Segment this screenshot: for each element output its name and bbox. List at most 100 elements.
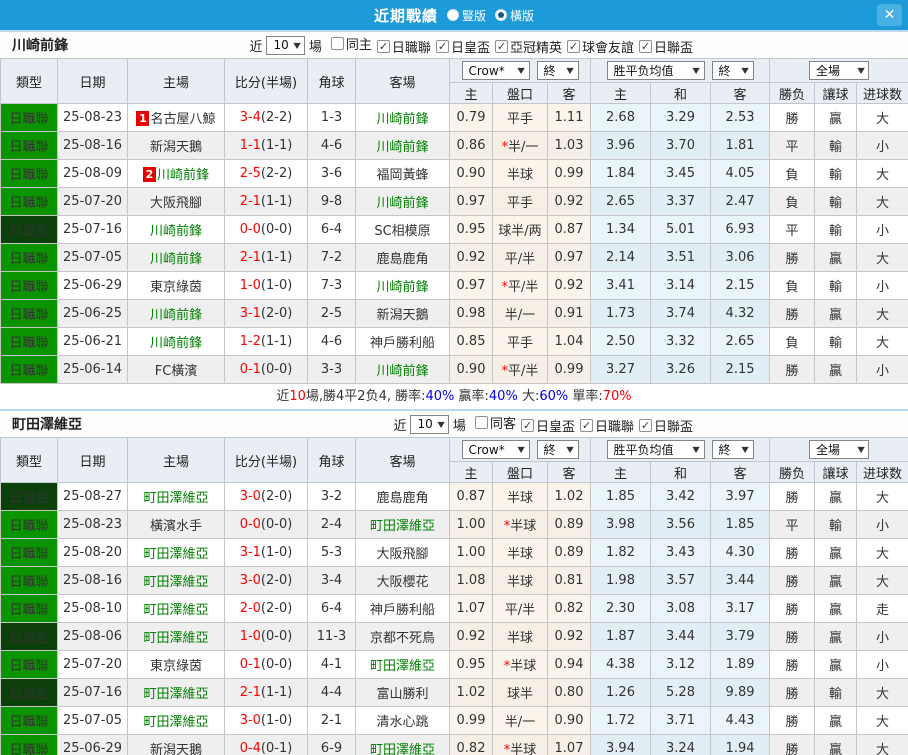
- avg-lose-cell: 3.06: [710, 243, 771, 272]
- fulltime-score: 3-1: [239, 306, 261, 321]
- score-cell: 2-1(1-1): [224, 678, 308, 707]
- avg-draw-cell: 3.26: [650, 355, 712, 384]
- odds-time-select[interactable]: 終 ▼: [536, 440, 579, 459]
- sub-header-goals-result: 进球数: [856, 82, 908, 104]
- result-wdl-cell: 勝: [769, 243, 816, 272]
- away-odds-cell: 0.99: [546, 355, 592, 384]
- checkbox-checked-icon: ✓: [566, 40, 580, 53]
- score-cell: 0-0(0-0): [224, 215, 308, 244]
- handicap-text: 半球: [510, 743, 537, 755]
- layout-radio-vertical[interactable]: 豎版: [446, 7, 486, 24]
- competition-checkboxes: 同客 ✓ 日皇盃 ✓ 日職聯 ✓ 日聯盃: [470, 413, 693, 435]
- summary-part: 70%: [602, 389, 632, 404]
- fulltime-score: 3-0: [239, 489, 261, 504]
- away-team-name: 川崎前鋒: [376, 140, 429, 155]
- checkbox-unchecked-icon: [474, 416, 488, 429]
- away-odds-cell: 0.82: [546, 594, 592, 623]
- games-label: 場: [452, 418, 466, 434]
- radio-horizontal-label: 橫版: [510, 8, 535, 23]
- avg-win-cell: 2.30: [590, 594, 652, 623]
- sub-header-odds-away: 客: [546, 82, 592, 104]
- away-team-cell: 清水心跳: [355, 706, 450, 735]
- dropdown-arrow-icon: ▼: [566, 66, 575, 75]
- filter-checkbox[interactable]: ✓ 日皇盃: [520, 416, 575, 435]
- home-team-cell: 東京綠茵: [127, 271, 225, 300]
- home-team-cell: 1 名古屋八鯨: [127, 103, 225, 132]
- result-wdl-cell: 負: [769, 159, 816, 188]
- odds-time-select[interactable]: 終 ▼: [536, 61, 579, 80]
- filter-checkbox[interactable]: ✓ 日職聯: [579, 416, 634, 435]
- result-wdl-cell: 負: [769, 271, 816, 300]
- filter-checkbox[interactable]: 同主: [330, 34, 372, 53]
- result-goals-cell: 大: [856, 538, 908, 567]
- sub-header-avg-draw: 和: [650, 82, 712, 104]
- handicap-text: 半球: [506, 547, 533, 562]
- avg-draw-cell: 5.01: [650, 215, 712, 244]
- handicap-text: 半/一: [504, 308, 536, 323]
- dropdown-arrow-icon: ▼: [741, 445, 750, 454]
- avg-time-select[interactable]: 終 ▼: [711, 61, 754, 80]
- avg-time-value: 終: [718, 64, 731, 78]
- filter-checkbox[interactable]: ✓ 日聯盃: [638, 37, 693, 56]
- home-odds-cell: 0.97: [449, 271, 493, 300]
- handicap-text: 球半/两: [498, 224, 542, 239]
- layout-radio-horizontal[interactable]: 橫版: [495, 7, 534, 24]
- home-team-name: 町田澤維亞: [143, 715, 209, 730]
- match-scope-select[interactable]: 全場 ▼: [809, 440, 870, 459]
- dropdown-arrow-icon: ▼: [741, 66, 750, 75]
- radio-checked-icon: [495, 9, 507, 21]
- avg-odds-select[interactable]: 胜平负均值 ▼: [606, 61, 705, 80]
- filter-checkbox[interactable]: ✓ 亞冠精英: [494, 37, 562, 56]
- halftime-score: (2-0): [260, 601, 293, 616]
- result-wdl-cell: 勝: [769, 482, 816, 511]
- filter-checkbox[interactable]: ✓ 球會友誼: [566, 37, 634, 56]
- handicap-cell: 平/半: [492, 243, 548, 272]
- home-odds-cell: 1.08: [449, 566, 493, 595]
- competition-type-cell: 日職聯: [0, 187, 58, 216]
- col-header-type: 類型: [0, 437, 58, 483]
- dropdown-arrow-icon: ▼: [566, 445, 575, 454]
- home-team-name: 川崎前鋒: [149, 336, 202, 351]
- fulltime-score: 2-1: [239, 194, 261, 209]
- avg-group-header: 胜平负均值 ▼ 終 ▼: [590, 58, 771, 83]
- games-label: 場: [308, 39, 322, 55]
- result-handicap-cell: 贏: [814, 594, 858, 623]
- home-team-name: 東京綠茵: [149, 280, 202, 295]
- avg-win-cell: 3.41: [590, 271, 652, 300]
- away-team-cell: SC相模原: [355, 215, 450, 244]
- handicap-text: 半球: [506, 168, 533, 183]
- handicap-text: 平/半: [508, 280, 539, 295]
- home-team-name: 川崎前鋒: [149, 308, 202, 323]
- filter-checkbox[interactable]: ✓ 日職聯: [376, 37, 431, 56]
- odds-source-select[interactable]: Crow* ▼: [461, 61, 530, 80]
- avg-odds-select[interactable]: 胜平负均值 ▼: [606, 440, 705, 459]
- match-row: 日職聯 25-07-05 川崎前鋒 2-1(1-1) 7-2 鹿島鹿角 0.92…: [0, 243, 908, 272]
- record-summary: 近10場,勝4平2负4, 勝率:40% 贏率:40% 大:60% 單率:70%: [0, 384, 908, 409]
- avg-draw-cell: 3.43: [650, 538, 712, 567]
- competition-type-cell: 日職聯: [0, 159, 58, 188]
- halftime-score: (2-0): [260, 306, 293, 321]
- handicap-text: 平手: [506, 196, 533, 211]
- away-odds-cell: 0.89: [546, 510, 592, 539]
- close-button[interactable]: ✕: [877, 4, 902, 26]
- avg-lose-cell: 2.47: [710, 187, 771, 216]
- halftime-score: (1-0): [260, 713, 293, 728]
- match-count-value: 10: [273, 38, 289, 52]
- avg-win-cell: 2.14: [590, 243, 652, 272]
- match-scope-select[interactable]: 全場 ▼: [809, 61, 870, 80]
- sub-header-avg-win: 主: [590, 461, 652, 483]
- filter-checkbox[interactable]: ✓ 日聯盃: [638, 416, 693, 435]
- col-header-score: 比分(半場): [224, 437, 308, 483]
- home-team-cell: 町田澤維亞: [127, 594, 225, 623]
- filter-checkbox[interactable]: ✓ 日皇盃: [435, 37, 490, 56]
- avg-lose-cell: 3.79: [710, 622, 771, 651]
- match-count-select[interactable]: 10 ▼: [266, 35, 305, 55]
- avg-time-select[interactable]: 終 ▼: [711, 440, 754, 459]
- result-wdl-cell: 負: [769, 327, 816, 356]
- odds-source-select[interactable]: Crow* ▼: [461, 440, 530, 459]
- result-handicap-cell: 贏: [814, 103, 858, 132]
- filter-checkbox[interactable]: 同客: [474, 413, 516, 432]
- score-cell: 2-0(2-0): [224, 594, 308, 623]
- match-count-select[interactable]: 10 ▼: [410, 414, 449, 434]
- corner-cell: 6-9: [307, 734, 356, 755]
